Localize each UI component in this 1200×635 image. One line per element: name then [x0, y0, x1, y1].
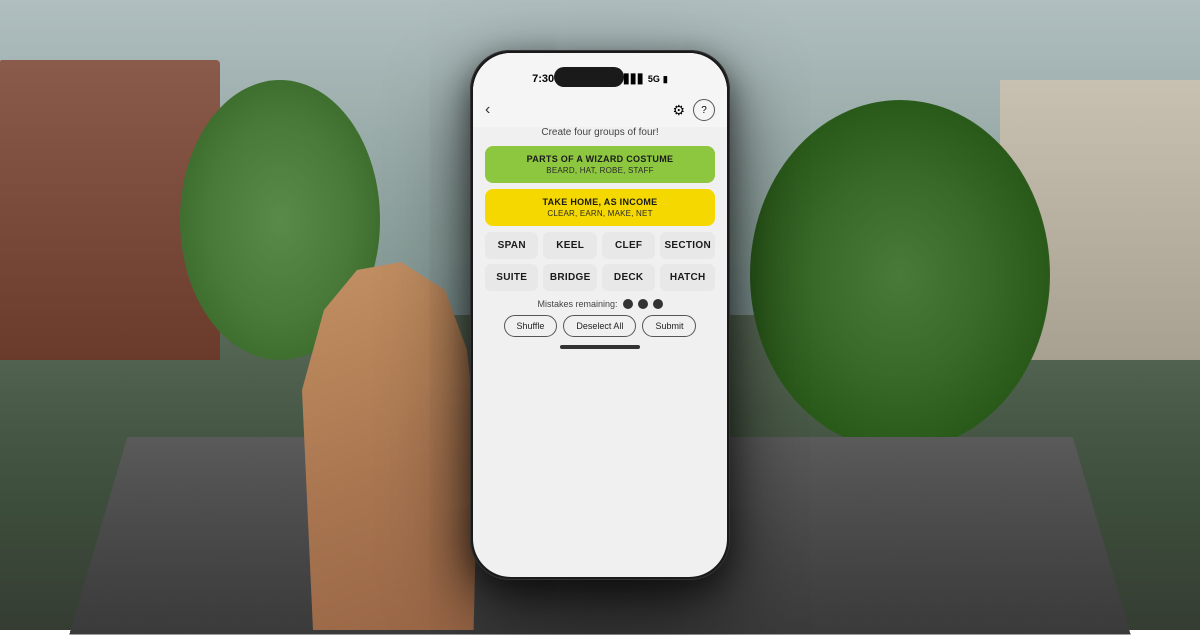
- battery-icon: ▮: [663, 74, 668, 85]
- word-tile-section[interactable]: SECTION: [660, 232, 715, 259]
- mistake-dot-3: [653, 299, 663, 309]
- word-tile-keel[interactable]: KEEL: [543, 232, 596, 259]
- category-title-2: TAKE HOME, AS INCOME: [497, 197, 703, 207]
- phone-device: 7:30 ▋▋▋ 5G ▮ ‹ ⚙ ?: [470, 50, 730, 580]
- category-income: TAKE HOME, AS INCOME CLEAR, EARN, MAKE, …: [485, 189, 715, 226]
- submit-button[interactable]: Submit: [642, 315, 696, 337]
- network-badge: 5G: [648, 74, 660, 84]
- header-icons: ⚙ ?: [672, 99, 715, 121]
- category-words-2: CLEAR, EARN, MAKE, NET: [497, 209, 703, 218]
- status-time: 7:30: [532, 73, 554, 85]
- phone-screen: 7:30 ▋▋▋ 5G ▮ ‹ ⚙ ?: [473, 53, 727, 577]
- mistakes-row: Mistakes remaining:: [473, 299, 727, 309]
- home-indicator: [560, 345, 640, 349]
- mistake-dot-1: [623, 299, 633, 309]
- status-bar: 7:30 ▋▋▋ 5G ▮: [514, 59, 686, 95]
- question-mark-icon: ?: [701, 105, 707, 116]
- category-title-1: PARTS OF A WIZARD COSTUME: [497, 154, 703, 164]
- app-header: ‹ ⚙ ?: [473, 95, 727, 127]
- mistakes-label: Mistakes remaining:: [537, 299, 617, 309]
- deselect-all-button[interactable]: Deselect All: [563, 315, 636, 337]
- word-tile-suite[interactable]: SUITE: [485, 264, 538, 291]
- bg-trees-right: [750, 100, 1050, 450]
- instructions-text: Create four groups of four!: [473, 127, 727, 138]
- word-tile-bridge[interactable]: BRIDGE: [543, 264, 596, 291]
- dynamic-island: [554, 67, 624, 87]
- word-grid: SPAN KEEL CLEF SECTION SUITE BRIDGE DECK…: [485, 232, 715, 291]
- signal-icon: ▋▋▋: [624, 74, 645, 85]
- status-icons: ▋▋▋ 5G ▮: [624, 74, 668, 85]
- word-tile-clef[interactable]: CLEF: [602, 232, 655, 259]
- help-button[interactable]: ?: [693, 99, 715, 121]
- phone-wrapper: 7:30 ▋▋▋ 5G ▮ ‹ ⚙ ?: [470, 50, 730, 580]
- action-buttons: Shuffle Deselect All Submit: [485, 315, 715, 337]
- category-words-1: BEARD, HAT, ROBE, STAFF: [497, 166, 703, 175]
- phone-top-bar: 7:30 ▋▋▋ 5G ▮: [473, 53, 727, 95]
- mistake-dot-2: [638, 299, 648, 309]
- category-wizard-costume: PARTS OF A WIZARD COSTUME BEARD, HAT, RO…: [485, 146, 715, 183]
- settings-icon[interactable]: ⚙: [672, 102, 685, 119]
- back-button[interactable]: ‹: [485, 101, 490, 119]
- word-tile-deck[interactable]: DECK: [602, 264, 655, 291]
- word-tile-span[interactable]: SPAN: [485, 232, 538, 259]
- shuffle-button[interactable]: Shuffle: [504, 315, 558, 337]
- word-tile-hatch[interactable]: HATCH: [660, 264, 715, 291]
